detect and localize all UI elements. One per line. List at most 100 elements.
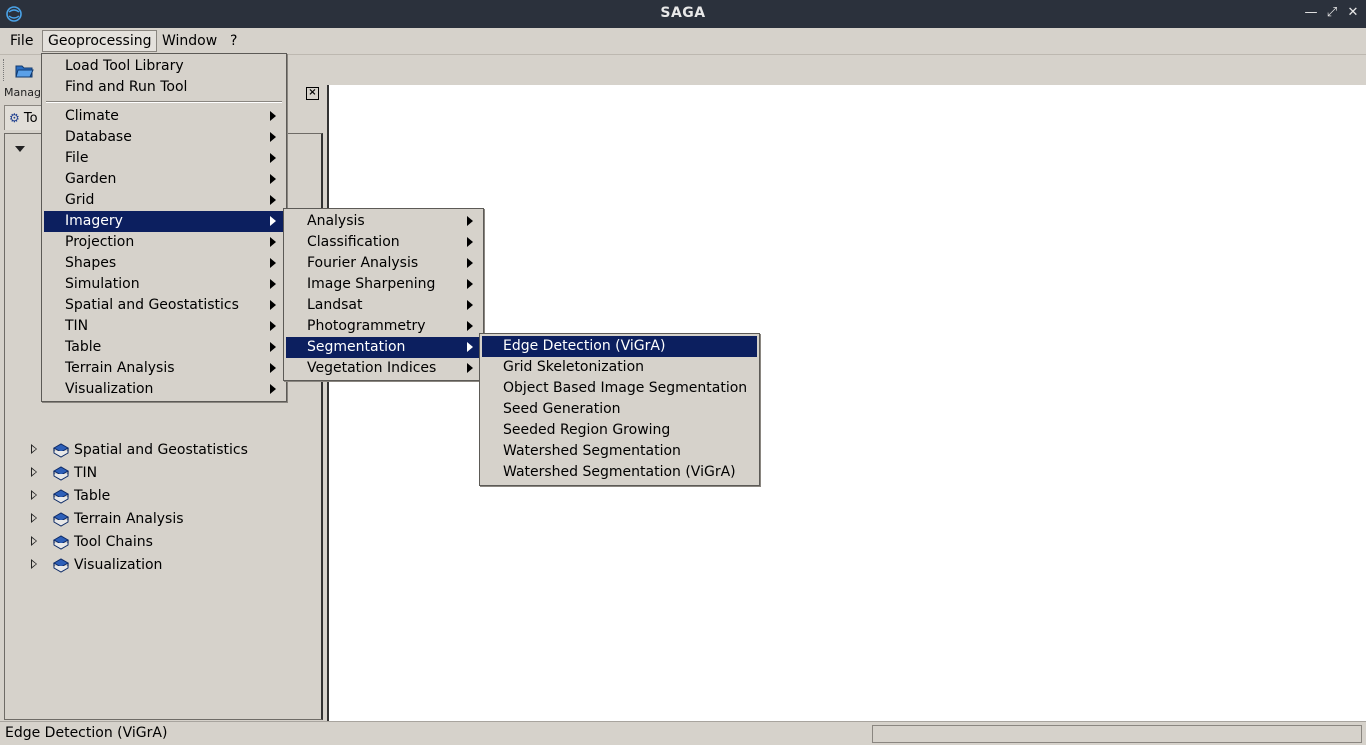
tree-item-table[interactable]: Table [5,485,305,507]
tool-item-watershed-segmentation-vigra[interactable]: Watershed Segmentation (ViGrA) [482,462,757,483]
panel-close-icon[interactable]: × [306,87,319,100]
menu-item-label: Vegetation Indices [307,360,437,376]
close-icon[interactable]: ✕ [1345,4,1361,22]
submenu-arrow-icon [270,300,276,310]
expand-arrow-icon[interactable] [31,467,37,477]
menu-item-label: Simulation [65,276,140,292]
expand-arrow-icon[interactable] [31,559,37,569]
menu-item-label: Visualization [65,381,154,397]
menu-item-label: Imagery [65,213,123,229]
menu-item-label: Watershed Segmentation (ViGrA) [503,464,736,480]
submenu-arrow-icon [270,111,276,121]
submenu-item-segmentation[interactable]: Segmentation [286,337,481,358]
menu-item-label: Fourier Analysis [307,255,419,271]
menu-item-imagery[interactable]: Imagery [44,211,284,232]
menu-window[interactable]: Window [157,31,222,51]
menu-item-tin[interactable]: TIN [44,316,284,337]
submenu-arrow-icon [467,363,473,373]
menu-geoprocessing[interactable]: Geoprocessing [42,30,158,52]
expand-arrow-icon[interactable] [31,536,37,546]
menu-item-label: Database [65,129,132,145]
submenu-item-classification[interactable]: Classification [286,232,481,253]
menu-item-label: Analysis [307,213,365,229]
tree-item-visualization[interactable]: Visualization [5,554,305,576]
menu-item-label: Classification [307,234,400,250]
maximize-icon[interactable]: ⤢ [1324,4,1340,22]
menu-item-shapes[interactable]: Shapes [44,253,284,274]
segmentation-submenu: Edge Detection (ViGrA) Grid Skeletonizati… [479,333,760,486]
expand-arrow-icon[interactable] [31,513,37,523]
submenu-item-image-sharpening[interactable]: Image Sharpening [286,274,481,295]
menu-item-label: Find and Run Tool [65,79,188,95]
menu-item-label: Garden [65,171,117,187]
manager-header: Manag [4,86,41,99]
menu-item-find-and-run-tool[interactable]: Find and Run Tool [44,77,284,98]
book-icon [52,558,70,573]
menu-item-label: Photogrammetry [307,318,426,334]
status-bar: Edge Detection (ViGrA) [0,721,1366,745]
submenu-item-analysis[interactable]: Analysis [286,211,481,232]
submenu-arrow-icon [270,342,276,352]
tree-item-spatial-and-geostatistics[interactable]: Spatial and Geostatistics [5,439,305,461]
tool-item-seed-generation[interactable]: Seed Generation [482,399,757,420]
menu-item-label: Climate [65,108,119,124]
imagery-submenu: Analysis Classification Fourier Analysis Im… [283,208,484,381]
window-title: SAGA [660,5,706,21]
menu-item-visualization[interactable]: Visualization [44,379,284,400]
menu-item-projection[interactable]: Projection [44,232,284,253]
tools-tab-icon: ⚙ [9,111,20,125]
minimize-icon[interactable]: — [1303,4,1319,22]
submenu-arrow-icon [467,258,473,268]
menu-item-label: Spatial and Geostatistics [65,297,239,313]
open-folder-icon[interactable] [13,59,35,81]
submenu-arrow-icon [467,342,473,352]
menu-item-database[interactable]: Database [44,127,284,148]
submenu-arrow-icon [270,174,276,184]
submenu-arrow-icon [270,216,276,226]
submenu-item-photogrammetry[interactable]: Photogrammetry [286,316,481,337]
tool-item-seeded-region-growing[interactable]: Seeded Region Growing [482,420,757,441]
submenu-arrow-icon [467,216,473,226]
menu-item-spatial-and-geostatistics[interactable]: Spatial and Geostatistics [44,295,284,316]
submenu-arrow-icon [270,279,276,289]
submenu-item-fourier-analysis[interactable]: Fourier Analysis [286,253,481,274]
book-icon [52,443,70,458]
progress-bar [872,725,1362,743]
tree-root-collapse-icon[interactable] [15,146,25,152]
tool-item-grid-skeletonization[interactable]: Grid Skeletonization [482,357,757,378]
tool-item-watershed-segmentation[interactable]: Watershed Segmentation [482,441,757,462]
submenu-arrow-icon [467,300,473,310]
menu-file[interactable]: File [5,31,38,51]
menu-bar: File Geoprocessing Window ? [0,28,1366,55]
submenu-arrow-icon [467,237,473,247]
menu-item-load-tool-library[interactable]: Load Tool Library [44,56,284,77]
tool-item-edge-detection-vigra[interactable]: Edge Detection (ViGrA) [482,336,757,357]
expand-arrow-icon[interactable] [31,490,37,500]
menu-item-garden[interactable]: Garden [44,169,284,190]
tree-item-label: Tool Chains [74,534,153,550]
submenu-arrow-icon [270,132,276,142]
tool-item-object-based-image-segmentation[interactable]: Object Based Image Segmentation [482,378,757,399]
menu-item-label: Shapes [65,255,117,271]
menu-item-table[interactable]: Table [44,337,284,358]
menu-help[interactable]: ? [225,31,242,51]
toolbar-grip[interactable] [3,59,7,81]
menu-item-terrain-analysis[interactable]: Terrain Analysis [44,358,284,379]
status-text: Edge Detection (ViGrA) [5,725,168,741]
submenu-arrow-icon [270,363,276,373]
menu-item-file[interactable]: File [44,148,284,169]
menu-item-label: Grid Skeletonization [503,359,645,375]
menu-item-label: Grid [65,192,95,208]
submenu-item-vegetation-indices[interactable]: Vegetation Indices [286,358,481,379]
menu-item-simulation[interactable]: Simulation [44,274,284,295]
menu-item-grid[interactable]: Grid [44,190,284,211]
tree-item-terrain-analysis[interactable]: Terrain Analysis [5,508,305,530]
expand-arrow-icon[interactable] [31,444,37,454]
menu-item-climate[interactable]: Climate [44,106,284,127]
submenu-item-landsat[interactable]: Landsat [286,295,481,316]
tree-item-tool-chains[interactable]: Tool Chains [5,531,305,553]
submenu-arrow-icon [270,195,276,205]
tree-item-tin[interactable]: TIN [5,462,305,484]
menu-item-label: Segmentation [307,339,406,355]
submenu-arrow-icon [467,279,473,289]
